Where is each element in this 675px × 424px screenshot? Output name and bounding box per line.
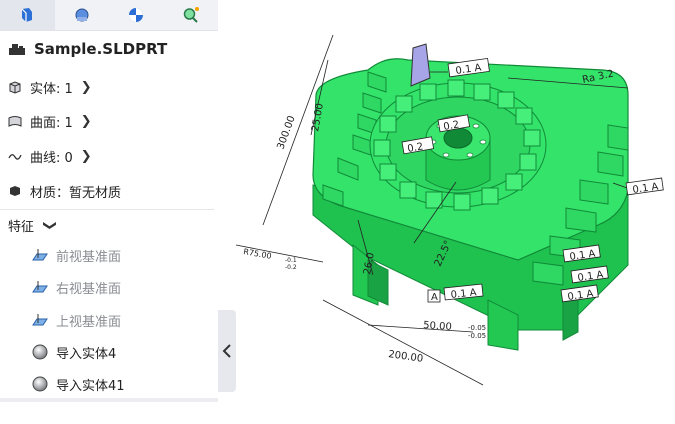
dim-r75-tol-upper: -0.1	[285, 257, 297, 264]
dim-r75: R75.00	[243, 247, 273, 261]
section-divider	[0, 209, 214, 210]
chevron-right-icon: ❯	[80, 113, 92, 129]
feature-panel: Sample.SLDPRT 实体: 1 ❯ 曲面: 1 ❯ 曲线: 0 ❯ 材质…	[0, 0, 218, 420]
panel-bottom-bar	[0, 398, 218, 402]
appearance-tab[interactable]	[109, 0, 164, 30]
curve-icon	[8, 154, 22, 160]
feature-label: 上视基准面	[56, 314, 122, 330]
property-tab[interactable]	[55, 0, 110, 30]
model-title: Sample.SLDPRT	[34, 40, 168, 58]
model-title-row: Sample.SLDPRT	[8, 38, 167, 60]
summary-surface[interactable]: 曲面: 1 ❯	[8, 110, 92, 132]
summary-surface-label: 曲面: 1	[30, 115, 73, 131]
feature-tree-tab[interactable]	[0, 0, 55, 30]
chevron-right-icon: ❯	[80, 148, 92, 164]
plane-icon	[32, 249, 48, 261]
model-drawing: 300.00 25.00 200.00 50.00 -0.05 -0.05 R7…	[235, 34, 664, 386]
solid-body-icon	[32, 344, 48, 360]
model-viewport[interactable]: 300.00 25.00 200.00 50.00 -0.05 -0.05 R7…	[218, 0, 675, 420]
dim-50-tol-lower: -0.05	[468, 332, 486, 340]
part-icon	[9, 44, 25, 55]
summary-material-label: 材质：暂无材质	[30, 185, 122, 201]
feature-label: 右视基准面	[56, 281, 122, 297]
feature-top-plane[interactable]: 上视基准面	[32, 309, 121, 331]
chevron-down-icon: ❯	[41, 219, 57, 231]
feature-tree-icon	[21, 8, 33, 22]
plane-icon	[32, 281, 48, 293]
feature-label: 导入实体4	[56, 346, 117, 362]
svg-text:A: A	[431, 292, 438, 303]
fcf-perp-1: 0.1 A	[625, 177, 664, 196]
solid-body-icon	[32, 376, 48, 392]
summary-solid-label: 实体: 1	[30, 81, 73, 97]
feature-front-plane[interactable]: 前视基准面	[32, 244, 121, 266]
cube-icon	[9, 81, 21, 94]
plane-icon	[32, 314, 48, 326]
summary-curve-label: 曲线: 0	[30, 150, 73, 166]
dim-r75-tol-lower: -0.2	[285, 264, 297, 271]
panel-tabs	[0, 0, 218, 31]
features-header[interactable]: 特征 ❯	[8, 214, 57, 236]
summary-material[interactable]: 材质：暂无材质	[8, 180, 121, 202]
summary-solid[interactable]: 实体: 1 ❯	[8, 76, 92, 98]
summary-curve[interactable]: 曲线: 0 ❯	[8, 145, 92, 167]
datum-plane-flag	[410, 43, 431, 87]
feature-label: 前视基准面	[56, 249, 122, 265]
feature-import-solid-4[interactable]: 导入实体4	[32, 341, 116, 363]
feature-right-plane[interactable]: 右视基准面	[32, 276, 121, 298]
dim-200: 200.00	[388, 349, 424, 365]
material-icon	[10, 186, 20, 196]
feature-import-solid-41[interactable]: 导入实体41	[32, 373, 125, 395]
chevron-right-icon: ❯	[80, 79, 92, 95]
property-icon	[75, 8, 89, 22]
surface-icon	[8, 116, 22, 127]
svg-text:0.1 A: 0.1 A	[632, 181, 659, 196]
dim-50: 50.00	[423, 320, 452, 333]
search-icon	[183, 7, 199, 23]
dim-50-tol-upper: -0.05	[468, 324, 486, 332]
search-tab[interactable]	[164, 0, 219, 30]
features-header-label: 特征	[8, 219, 35, 235]
feature-label: 导入实体41	[56, 378, 125, 394]
dim-300: 300.00	[275, 114, 297, 151]
appearance-icon	[129, 8, 144, 22]
